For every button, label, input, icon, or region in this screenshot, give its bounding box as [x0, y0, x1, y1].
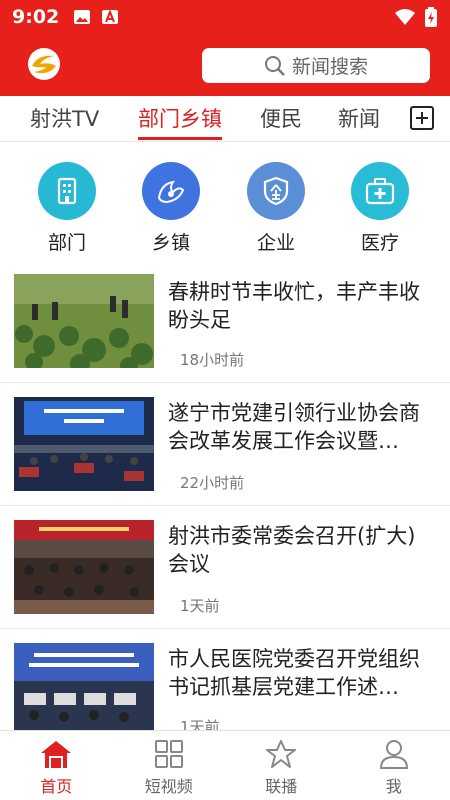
news-time: 18小时前 — [180, 351, 245, 369]
app-header: 新闻搜索 — [0, 34, 450, 96]
tab-departments-towns[interactable]: 部门乡镇 — [138, 96, 222, 142]
tab-shehong-tv[interactable]: 射洪TV — [30, 96, 99, 142]
category-label: 企业 — [256, 232, 295, 254]
search-input[interactable]: 新闻搜索 — [202, 48, 430, 83]
channel-tabs: 射洪TV 部门乡镇 便民 新闻 — [0, 96, 450, 142]
grid-icon — [154, 740, 183, 768]
news-time: 22小时前 — [180, 474, 245, 492]
nav-label: 我 — [385, 777, 402, 796]
news-thumbnail — [14, 274, 154, 368]
news-item[interactable]: 遂宁市党建引领行业协会商会改革发展工作会议暨… 22小时前 — [0, 383, 450, 506]
status-time: 9:02 — [12, 6, 60, 28]
building-icon — [38, 162, 96, 220]
nav-label: 短视频 — [144, 777, 193, 796]
category-medical[interactable]: 医疗 — [340, 162, 420, 255]
bottom-nav: 首页 短视频 联播 我 — [0, 730, 450, 800]
app-notification-icon — [102, 9, 119, 24]
add-channel-icon[interactable] — [410, 106, 434, 130]
news-item[interactable]: 射洪市委常委会召开(扩大)会议 1天前 — [0, 506, 450, 629]
medical-kit-icon — [351, 162, 409, 220]
nav-me[interactable]: 我 — [338, 731, 450, 800]
news-title: 市人民医院党委召开党组织书记抓基层党建工作述… — [168, 647, 420, 699]
nav-short-video[interactable]: 短视频 — [113, 731, 226, 800]
news-title: 春耕时节丰收忙，丰产丰收盼头足 — [168, 280, 420, 332]
village-icon — [142, 162, 200, 220]
nav-home[interactable]: 首页 — [0, 731, 113, 800]
news-time: 1天前 — [180, 597, 220, 615]
tab-convenience[interactable]: 便民 — [260, 96, 302, 142]
wifi-icon — [395, 9, 415, 25]
nav-label: 首页 — [40, 777, 73, 796]
search-icon — [264, 55, 285, 76]
battery-icon — [425, 7, 437, 27]
nav-label: 联播 — [265, 777, 298, 796]
category-department[interactable]: 部门 — [27, 162, 107, 255]
user-icon — [379, 740, 408, 769]
news-thumbnail — [14, 397, 154, 491]
category-enterprise[interactable]: 企业 — [236, 162, 316, 255]
news-title: 遂宁市党建引领行业协会商会改革发展工作会议暨… — [168, 401, 420, 453]
category-label: 乡镇 — [151, 232, 190, 254]
news-item[interactable]: 春耕时节丰收忙，丰产丰收盼头足 18小时前 — [0, 260, 450, 383]
tab-news[interactable]: 新闻 — [338, 96, 380, 142]
status-bar: 9:02 — [0, 0, 450, 34]
enterprise-icon — [247, 162, 305, 220]
image-icon — [74, 10, 91, 24]
news-title: 射洪市委常委会召开(扩大)会议 — [168, 524, 416, 576]
app-logo — [28, 48, 60, 80]
nav-broadcast[interactable]: 联播 — [225, 731, 338, 800]
category-grid: 部门 乡镇 企业 医疗 — [0, 142, 450, 260]
broadcast-star-icon — [266, 740, 297, 768]
news-thumbnail — [14, 520, 154, 614]
category-town[interactable]: 乡镇 — [131, 162, 211, 255]
search-placeholder: 新闻搜索 — [291, 56, 368, 78]
news-thumbnail — [14, 643, 154, 737]
home-icon — [41, 741, 72, 768]
category-label: 部门 — [47, 232, 86, 254]
category-label: 医疗 — [360, 232, 399, 254]
